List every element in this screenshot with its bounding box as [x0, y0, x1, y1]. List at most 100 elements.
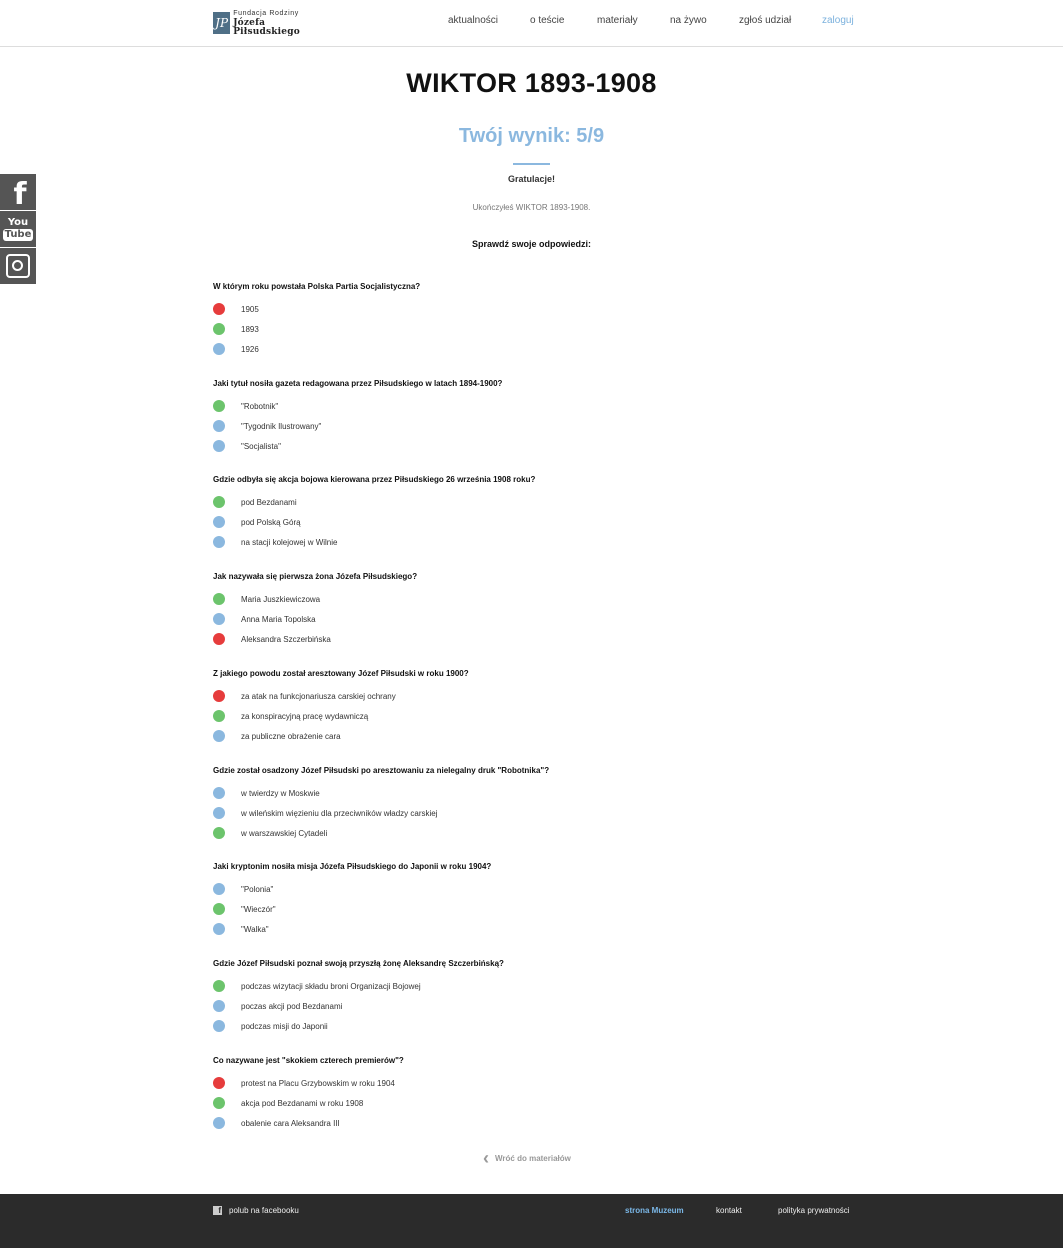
question-text: Z jakiego powodu został aresztowany Józe… — [213, 669, 469, 678]
answer-correct-dot — [213, 496, 225, 508]
answer-row: protest na Placu Grzybowskim w roku 1904 — [213, 1077, 395, 1089]
answer-text: Aleksandra Szczerbińska — [241, 634, 331, 644]
answer-row: "Polonia" — [213, 883, 273, 895]
answer-text: "Socjalista" — [241, 441, 281, 451]
answer-text: pod Polską Górą — [241, 517, 301, 527]
answer-text: 1893 — [241, 324, 259, 334]
nav-zglos-udzial[interactable]: zgłoś udział — [739, 15, 791, 26]
answer-text: Maria Juszkiewiczowa — [241, 594, 321, 604]
answer-row: "Tygodnik Ilustrowany" — [213, 420, 321, 432]
quiz-score: Twój wynik: 5/9 — [458, 125, 605, 147]
youtube-icon-top: You — [7, 216, 29, 228]
answer-neutral-dot — [213, 1000, 225, 1012]
answer-neutral-dot — [213, 807, 225, 819]
answer-wrong-dot — [213, 303, 225, 315]
answer-row: obalenie cara Aleksandra III — [213, 1117, 340, 1129]
instagram-icon — [6, 254, 30, 278]
question-text: Co nazywane jest "skokiem czterech premi… — [213, 1056, 404, 1065]
answer-row: 1893 — [213, 323, 259, 335]
answer-row: za konspiracyjną pracę wydawniczą — [213, 710, 368, 722]
back-label: Wróć do materiałów — [495, 1153, 571, 1163]
footer-facebook-link[interactable]: f polub na facebooku — [213, 1206, 299, 1215]
answer-correct-dot — [213, 827, 225, 839]
question-text: Jaki tytuł nosiła gazeta redagowana prze… — [213, 379, 503, 388]
answer-neutral-dot — [213, 536, 225, 548]
answer-row: za atak na funkcjonariusza carskiej ochr… — [213, 690, 396, 702]
footer-contact-link[interactable]: kontakt — [716, 1206, 742, 1215]
answer-row: "Socjalista" — [213, 440, 281, 452]
score-divider — [513, 163, 550, 165]
question-block: W którym roku powstała Polska Partia Soc… — [213, 281, 833, 355]
question-text: W którym roku powstała Polska Partia Soc… — [213, 282, 421, 291]
answer-row: poczas akcji pod Bezdanami — [213, 1000, 342, 1012]
answer-text: "Tygodnik Ilustrowany" — [241, 421, 322, 431]
answer-text: 1905 — [241, 304, 259, 314]
answer-text: protest na Placu Grzybowskim w roku 1904 — [241, 1078, 395, 1088]
answer-row: na stacji kolejowej w Wilnie — [213, 536, 337, 548]
answer-correct-dot — [213, 323, 225, 335]
answer-wrong-dot — [213, 633, 225, 645]
answer-text: "Polonia" — [241, 884, 274, 894]
answer-correct-dot — [213, 1097, 225, 1109]
answer-row: pod Bezdanami — [213, 496, 297, 508]
question-text: Jaki kryptonim nosiła misja Józefa Piłsu… — [213, 862, 492, 871]
answer-correct-dot — [213, 980, 225, 992]
footer-museum-link[interactable]: strona Muzeum — [625, 1206, 684, 1215]
answer-text: na stacji kolejowej w Wilnie — [241, 537, 338, 547]
answer-text: obalenie cara Aleksandra III — [241, 1118, 340, 1128]
question-block: Gdzie Józef Piłsudski poznał swoją przys… — [213, 958, 833, 1032]
answer-row: "Wieczór" — [213, 903, 276, 915]
answer-text: "Wieczór" — [241, 904, 276, 914]
footer-privacy-link[interactable]: polityka prywatności — [778, 1206, 850, 1215]
answer-wrong-dot — [213, 690, 225, 702]
answer-text: 1926 — [241, 344, 259, 354]
nav-o-tescie[interactable]: o teście — [530, 15, 564, 26]
facebook-icon: f — [213, 1206, 222, 1215]
question-text: Gdzie Józef Piłsudski poznał swoją przys… — [213, 959, 504, 968]
site-footer: f polub na facebooku strona Muzeum konta… — [0, 1194, 1063, 1248]
chevron-left-icon: ‹ — [483, 1148, 489, 1168]
answer-text: podczas wizytacji składu broni Organizac… — [241, 981, 421, 991]
answer-row: akcja pod Bezdanami w roku 1908 — [213, 1097, 363, 1109]
site-logo[interactable]: JP Fundacja Rodziny Józefa Piłsudskiego — [213, 9, 313, 36]
back-to-materials-link[interactable]: ‹ Wróć do materiałów — [483, 1148, 571, 1168]
answer-neutral-dot — [213, 923, 225, 935]
answer-correct-dot — [213, 710, 225, 722]
question-block: Co nazywane jest "skokiem czterech premi… — [213, 1055, 833, 1129]
answer-text: za konspiracyjną pracę wydawniczą — [241, 711, 369, 721]
answer-neutral-dot — [213, 1020, 225, 1032]
answer-text: w twierdzy w Moskwie — [241, 788, 320, 798]
nav-materialy[interactable]: materiały — [597, 15, 638, 26]
answer-neutral-dot — [213, 440, 225, 452]
check-answers-heading: Sprawdź swoje odpowiedzi: — [471, 239, 591, 249]
answer-neutral-dot — [213, 420, 225, 432]
answer-row: w warszawskiej Cytadeli — [213, 827, 327, 839]
social-instagram-button[interactable] — [0, 248, 36, 284]
question-block: Jak nazywała się pierwsza żona Józefa Pi… — [213, 571, 833, 645]
answer-text: "Walka" — [241, 924, 269, 934]
page-title: WIKTOR 1893-1908 — [406, 68, 657, 98]
nav-login[interactable]: zaloguj — [822, 15, 854, 26]
answer-row: "Robotnik" — [213, 400, 278, 412]
answer-text: w warszawskiej Cytadeli — [241, 828, 328, 838]
answer-neutral-dot — [213, 613, 225, 625]
answer-neutral-dot — [213, 787, 225, 799]
congrats-text: Gratulacje! — [507, 174, 556, 184]
logo-mark: JP — [213, 12, 231, 34]
answer-text: podczas misji do Japonii — [241, 1021, 328, 1031]
nav-na-zywo[interactable]: na żywo — [670, 15, 707, 26]
site-header: JP Fundacja Rodziny Józefa Piłsudskiego … — [0, 0, 1063, 47]
answer-row: podczas misji do Japonii — [213, 1020, 328, 1032]
answer-row: "Walka" — [213, 923, 269, 935]
question-block: Gdzie odbyła się akcja bojowa kierowana … — [213, 474, 833, 548]
answer-text: za atak na funkcjonariusza carskiej ochr… — [241, 691, 396, 701]
answer-row: 1905 — [213, 303, 259, 315]
footer-facebook-label: polub na facebooku — [229, 1206, 299, 1215]
question-text: Gdzie odbyła się akcja bojowa kierowana … — [213, 475, 536, 484]
logo-line1: Fundacja Rodziny — [233, 9, 299, 17]
answer-correct-dot — [213, 593, 225, 605]
answer-text: poczas akcji pod Bezdanami — [241, 1001, 343, 1011]
nav-aktualnosci[interactable]: aktualności — [448, 15, 498, 26]
answer-text: Anna Maria Topolska — [241, 614, 316, 624]
youtube-icon: You Tube — [2, 216, 34, 241]
